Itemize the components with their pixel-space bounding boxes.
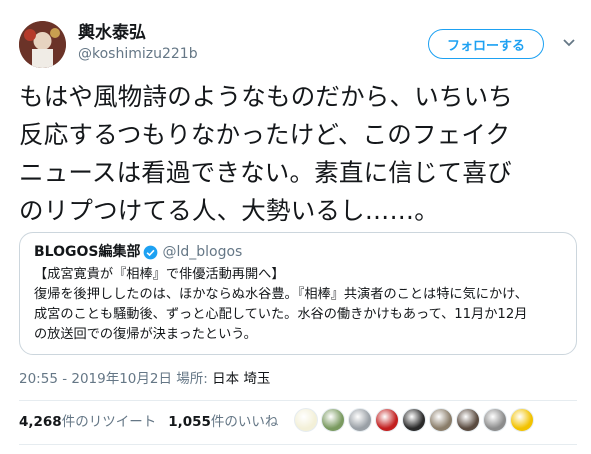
- location-link[interactable]: 日本 埼玉: [212, 371, 270, 387]
- user-avatar[interactable]: [19, 21, 66, 68]
- follow-button[interactable]: フォローする: [428, 29, 544, 59]
- avatar-image: [19, 21, 66, 68]
- tweet-metadata: 20:55 - 2019年10月2日 場所: 日本 埼玉: [19, 370, 270, 388]
- verified-badge-icon: [144, 245, 158, 259]
- quoted-text-line: 復帰を後押ししたのは、ほかならぬ水谷豊。『相棒』共演者のことは特に気にかけ、: [34, 287, 528, 302]
- quoted-tweet-header: BLOGOS編集部 @ld_blogos: [34, 242, 242, 262]
- tweet-text-line: 反応するつもりなかったけど、このフェイク: [19, 120, 511, 149]
- likes-stat[interactable]: 1,055件のいいね: [168, 413, 278, 431]
- avatar-road-icon[interactable]: [429, 408, 453, 432]
- avatar-photo-icon[interactable]: [348, 408, 372, 432]
- avatar-gray-icon[interactable]: [483, 408, 507, 432]
- quoted-author-name: BLOGOS編集部: [34, 244, 141, 260]
- quoted-tweet[interactable]: BLOGOS編集部 @ld_blogos 【成宮寛貴が『相棒』で俳優活動再開へ】…: [19, 232, 577, 355]
- avatar-cartoon-icon[interactable]: [294, 408, 318, 432]
- avatar-character-icon[interactable]: [321, 408, 345, 432]
- avatar-person-icon[interactable]: [456, 408, 480, 432]
- liker-avatars: [294, 408, 537, 432]
- chevron-down-icon[interactable]: [562, 36, 576, 50]
- quoted-text-line: 成宮のことも騒動後、ずっと心配していた。水谷の働きかけもあって、11月か12月: [34, 307, 528, 322]
- retweets-count: 4,268: [19, 414, 62, 430]
- tweet-text-line: ニュースは看過できない。素直に信じて喜び: [19, 158, 512, 187]
- quoted-tweet-text: 【成宮寛貴が『相棒』で俳優活動再開へ】 復帰を後押ししたのは、ほかならぬ水谷豊。…: [34, 265, 564, 345]
- location-prefix: 場所:: [176, 371, 208, 387]
- retweets-stat[interactable]: 4,268件のリツイート: [19, 413, 156, 431]
- retweets-label: 件のリツイート: [61, 414, 157, 430]
- quoted-text-line: 【成宮寛貴が『相棒』で俳優活動再開へ】: [34, 267, 285, 282]
- tweet-text-line: のリプつけてる人、大勢いるし……。: [19, 196, 439, 225]
- quoted-author-handle: @ld_blogos: [162, 244, 243, 260]
- tweet-stats: 4,268件のリツイート 1,055件のいいね: [19, 413, 290, 431]
- divider: [19, 444, 577, 445]
- display-name[interactable]: 輿水泰弘: [78, 22, 146, 44]
- tweet-text-line: もはや風物詩のようなものだから、いちいち: [19, 82, 513, 111]
- user-handle[interactable]: @koshimizu221b: [78, 45, 198, 63]
- tweet-text: もはや風物詩のようなものだから、いちいち 反応するつもりなかったけど、このフェイ…: [19, 78, 579, 230]
- quoted-text-line: の放送回での復帰が決まったという。: [34, 327, 257, 342]
- likes-label: 件のいいね: [210, 414, 279, 430]
- avatar-dark-icon[interactable]: [402, 408, 426, 432]
- timestamp[interactable]: 20:55 - 2019年10月2日: [19, 371, 172, 387]
- divider: [19, 400, 577, 401]
- avatar-yellow-icon[interactable]: [510, 408, 534, 432]
- avatar-red-icon[interactable]: [375, 408, 399, 432]
- likes-count: 1,055: [168, 414, 211, 430]
